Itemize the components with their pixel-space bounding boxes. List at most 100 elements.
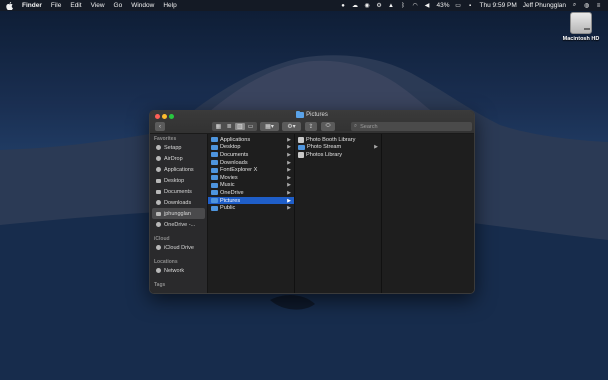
sidebar-item-setapp[interactable]: Setapp [150,142,207,153]
list-item-photos-library[interactable]: Photos Library [295,151,381,159]
volume-icon[interactable]: ◀ [424,2,431,9]
folder-icon [211,190,218,196]
sidebar-item-home[interactable]: jphungglan [152,208,205,219]
share-icon: ⇪ [308,124,314,130]
wifi-icon[interactable]: ◠ [412,2,419,9]
chevron-right-icon: ▶ [287,205,291,212]
folder-icon [298,144,305,150]
column-empty [382,134,474,293]
spotlight-icon[interactable]: ⌕ [571,2,578,9]
list-item-public[interactable]: Public ▶ [208,204,294,212]
sidebar-item-documents[interactable]: Documents [150,186,207,197]
column-view-icon[interactable]: ▥ [235,123,245,130]
list-item-applications[interactable]: Applications ▶ [208,136,294,144]
list-item-desktop[interactable]: Desktop ▶ [208,144,294,152]
clock[interactable]: Thu 9:59 PM [480,2,517,9]
desktop-icon [155,178,161,184]
list-item-onedrive[interactable]: OneDrive ▶ [208,189,294,197]
list-item-music[interactable]: Music ▶ [208,182,294,190]
chevron-right-icon: ▶ [287,151,291,158]
group-by-button[interactable]: ▦▾ [260,122,279,131]
list-item-documents[interactable]: Documents ▶ [208,151,294,159]
sidebar-heading-icloud: iCloud [154,236,170,242]
folder-icon [211,167,218,173]
menu-bar: Finder File Edit View Go Window Help ● ☁… [0,0,608,11]
folder-icon [211,152,218,158]
share-button[interactable]: ⇪ [305,122,317,131]
folder-icon [211,144,218,150]
menu-go[interactable]: Go [114,2,123,9]
gallery-view-icon[interactable]: ▭ [246,123,256,130]
menu-edit[interactable]: Edit [70,2,81,9]
sidebar: Favorites Setapp AirDrop Applications De… [150,134,208,293]
sidebar-heading-locations: Locations [154,259,178,265]
view-mode-control[interactable]: ▦ ≣ ▥ ▭ [212,122,257,131]
folder-icon [211,182,218,188]
bluetooth-icon[interactable]: ᛒ [400,2,407,9]
folder-icon [296,111,305,118]
tags-button[interactable]: ⬭ [321,122,335,131]
sidebar-heading-tags: Tags [154,282,166,288]
menu-view[interactable]: View [91,2,105,9]
tag-icon: ⬭ [325,123,331,129]
battery-percent[interactable]: 43% [437,2,450,9]
siri-icon[interactable]: ◍ [583,2,590,9]
menu-finder[interactable]: Finder [22,2,42,9]
macintosh-hd-desktop-icon[interactable]: Macintosh HD [560,12,602,42]
window-title: Pictures [150,111,474,118]
list-item-photo-booth-library[interactable]: Photo Booth Library [295,136,381,144]
apple-menu-icon[interactable] [6,1,14,10]
sidebar-item-downloads[interactable]: Downloads [150,197,207,208]
chevron-right-icon: ▶ [287,144,291,151]
folder-icon [211,160,218,166]
sidebar-item-icloud-drive[interactable]: iCloud Drive [150,242,207,253]
column-view: Applications ▶ Desktop ▶ Documents ▶ Downlo… [208,134,474,293]
settings-icon[interactable]: ⚙ [376,2,383,9]
title-bar[interactable]: Pictures ‹ ▦ ≣ ▥ ▭ ▦▾ ⚙▾ ⇪ ⬭ ⌕ Search [150,111,474,134]
drive-label: Macintosh HD [562,36,600,42]
home-icon [155,211,161,217]
status-dot-icon[interactable]: ● [340,2,347,9]
record-icon[interactable]: ◉ [364,2,371,9]
notification-center-icon[interactable]: ≡ [595,2,602,9]
action-button[interactable]: ⚙▾ [282,122,301,131]
hard-drive-icon [570,12,592,34]
user-name[interactable]: Jeff Phungglan [523,2,566,9]
back-button[interactable]: ‹ [155,122,165,131]
library-icon [298,136,304,143]
folder-icon [211,205,218,211]
search-icon: ⌕ [354,123,358,129]
battery-icon[interactable]: ▭ [455,2,462,9]
chevron-right-icon: ▶ [287,189,291,196]
sidebar-item-airdrop[interactable]: AirDrop [150,153,207,164]
list-item-photo-stream[interactable]: Photo Stream ▶ [295,144,381,152]
sidebar-item-desktop[interactable]: Desktop [150,175,207,186]
list-view-icon[interactable]: ≣ [224,123,234,130]
chevron-right-icon: ▶ [287,174,291,181]
folder-icon [211,137,218,143]
list-item-pictures[interactable]: Pictures ▶ [208,196,294,205]
search-input[interactable]: ⌕ Search [351,122,472,131]
gear-icon: ⚙▾ [287,124,296,130]
chevron-right-icon: ▶ [287,136,291,143]
airplay-icon[interactable]: ▲ [388,2,395,9]
folder-icon [211,198,218,204]
icon-view-icon[interactable]: ▦ [214,123,224,130]
sidebar-item-network[interactable]: Network [150,265,207,276]
list-item-movies[interactable]: Movies ▶ [208,174,294,182]
menu-help[interactable]: Help [163,2,176,9]
sidebar-item-applications[interactable]: Applications [150,164,207,175]
documents-icon [155,189,161,195]
menu-file[interactable]: File [51,2,61,9]
menu-window[interactable]: Window [131,2,154,9]
input-flag-icon[interactable]: ▪ [467,2,474,9]
applications-icon [155,167,161,173]
sidebar-item-onedrive[interactable]: OneDrive -... [150,219,207,230]
setapp-icon [155,145,161,151]
creative-cloud-icon[interactable]: ☁ [352,2,359,9]
list-item-downloads[interactable]: Downloads ▶ [208,159,294,167]
cloud-icon [155,222,161,228]
chevron-right-icon: ▶ [287,182,291,189]
list-item-fontexplorer[interactable]: FontExplorer X ▶ [208,166,294,174]
grid-icon: ▦▾ [265,124,274,130]
